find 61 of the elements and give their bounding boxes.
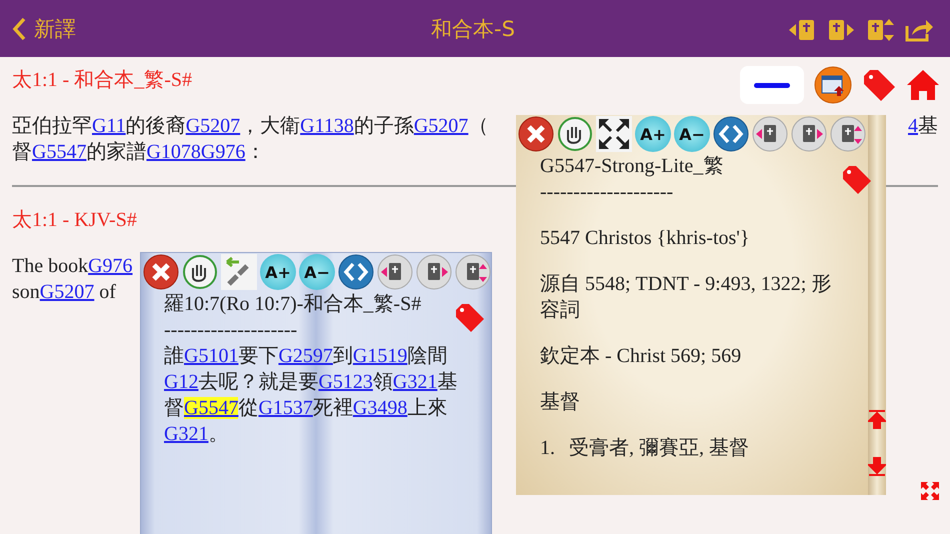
- tag-icon[interactable]: [862, 68, 896, 102]
- strong-number-link[interactable]: G976: [88, 255, 133, 277]
- strong-number-link[interactable]: G1537: [258, 397, 313, 419]
- popup-divider: --------------------: [540, 180, 674, 205]
- home-icon[interactable]: [906, 68, 940, 102]
- chain-link-icon[interactable]: [221, 254, 257, 290]
- strong-number-link[interactable]: G5207: [40, 281, 94, 303]
- strong-number-link[interactable]: G1078G976: [146, 141, 246, 163]
- definition-text: 受膏者, 彌賽亞, 基督: [569, 436, 749, 461]
- strong-number-link[interactable]: G5547: [32, 141, 86, 163]
- strong-number-link[interactable]: G1138: [300, 115, 354, 137]
- tag-icon[interactable]: [842, 165, 872, 195]
- verse-text: 4基: [908, 114, 938, 139]
- close-icon[interactable]: [143, 254, 179, 290]
- list-number: 1.: [540, 436, 555, 461]
- definition-text: 基督: [540, 390, 581, 415]
- strong-number-link[interactable]: G5207: [414, 115, 468, 137]
- definition-text: 欽定本 - Christ 569; 569: [540, 344, 742, 369]
- verse-text: 督G5547的家譜G1078G976：: [12, 140, 266, 165]
- verse-text: sonG5207 of: [12, 280, 116, 305]
- strong-number-link[interactable]: G5101: [184, 345, 238, 367]
- scroll-to-top-icon[interactable]: [868, 409, 886, 429]
- strong-number-link[interactable]: G321: [392, 371, 438, 393]
- back-button[interactable]: 新譯: [12, 14, 312, 42]
- scroll-to-bottom-icon[interactable]: [868, 457, 886, 477]
- code-icon[interactable]: [338, 254, 374, 290]
- strong-number-link[interactable]: G11: [92, 115, 126, 137]
- strong-number-link[interactable]: G5207: [186, 115, 240, 137]
- fullscreen-icon[interactable]: [920, 481, 940, 501]
- strong-number-link[interactable]: G5547: [184, 397, 238, 419]
- close-icon[interactable]: [518, 116, 554, 152]
- verse-text: 誰G5101要下G2597到G1519陰間 G12去呢？就是要G5123領G321基督G5547從G1537死裡G3498上來 G321。: [164, 344, 458, 447]
- tag-icon[interactable]: [455, 303, 485, 333]
- page-title: 和合本-S: [430, 16, 516, 42]
- font-decrease-button[interactable]: A−: [299, 254, 335, 290]
- chevron-left-icon: [12, 16, 26, 40]
- font-increase-button[interactable]: A+: [260, 254, 296, 290]
- definition-text: 源自 5548; TDNT - 9:493, 1322; 形容詞: [540, 272, 832, 323]
- hand-icon[interactable]: [182, 254, 218, 290]
- strong-number-link[interactable]: G2597: [278, 345, 333, 367]
- strong-number-link[interactable]: G12: [164, 371, 198, 393]
- popup-title: 羅10:7(Ro 10:7)-和合本_繁-S#: [164, 292, 422, 317]
- expand-icon[interactable]: [596, 116, 632, 152]
- strong-number-link[interactable]: 4: [908, 115, 918, 137]
- verse-heading: 太1:1 - 和合本_繁-S#: [12, 68, 192, 93]
- verse-text: 亞伯拉罕G11的後裔G5207，大衛G1138的子孫G5207（: [12, 114, 488, 139]
- verse-heading: 太1:1 - KJV-S#: [12, 208, 137, 233]
- popup-divider: --------------------: [164, 318, 298, 343]
- strong-number-link[interactable]: G321: [164, 423, 208, 445]
- strong-number-link[interactable]: G3498: [352, 397, 408, 419]
- window-upload-icon[interactable]: [814, 66, 852, 104]
- definition-text: 5547 Christos {khris-tos'}: [540, 226, 750, 251]
- strong-number-link[interactable]: G1519: [352, 345, 408, 367]
- strong-number-link[interactable]: G5123: [318, 371, 373, 393]
- popup-title: G5547-Strong-Lite_繁: [540, 154, 724, 179]
- font-increase-button[interactable]: A+: [635, 116, 671, 152]
- verse-text: The bookG976: [12, 254, 133, 279]
- font-decrease-button[interactable]: A−: [674, 116, 710, 152]
- hand-icon[interactable]: [557, 116, 593, 152]
- code-icon[interactable]: [713, 116, 749, 152]
- minimize-button[interactable]: [740, 66, 804, 104]
